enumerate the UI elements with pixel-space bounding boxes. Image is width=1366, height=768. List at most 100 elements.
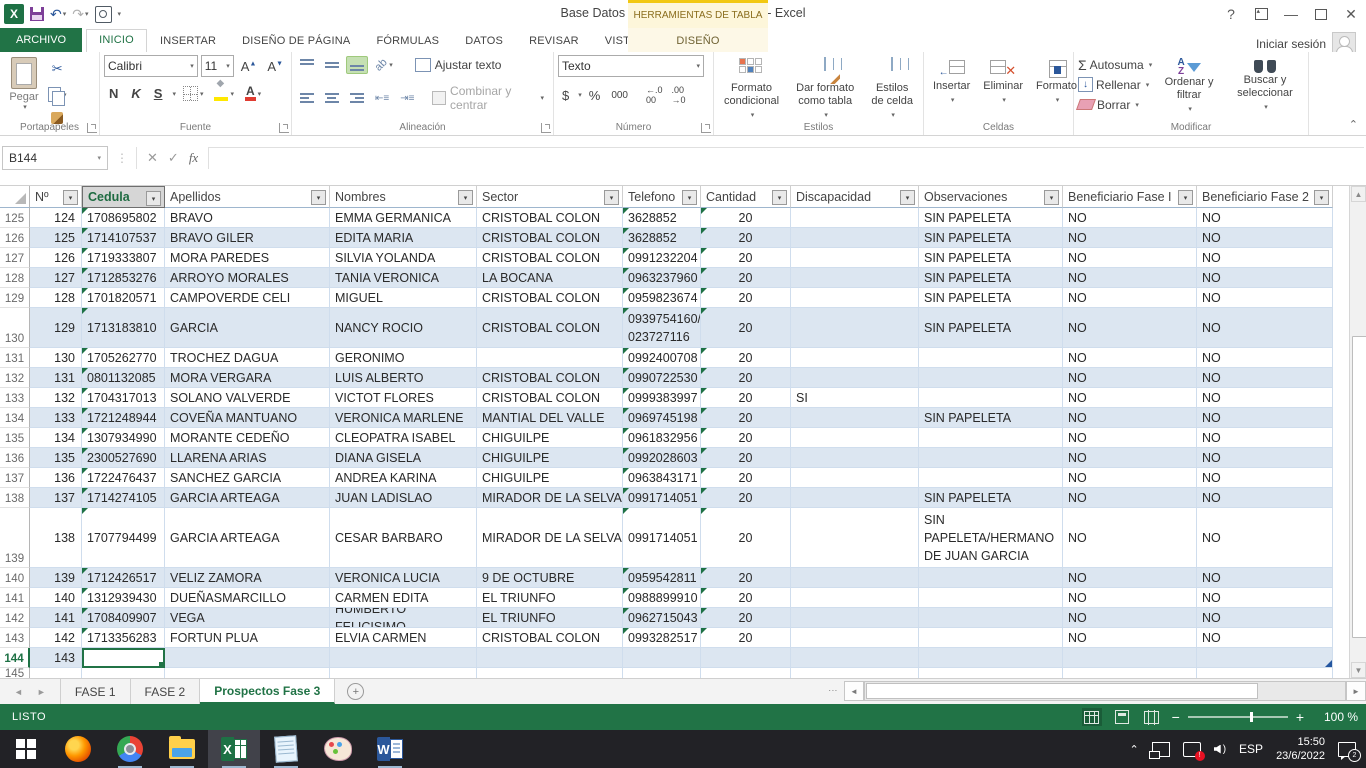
percent-button[interactable]: %	[585, 85, 605, 106]
notification-center-icon[interactable]: 2	[1338, 742, 1356, 757]
taskbar-app-paint[interactable]	[312, 730, 364, 768]
cell[interactable]: BRAVO	[165, 208, 330, 228]
number-format-combo[interactable]: Texto▾	[558, 55, 704, 77]
cell[interactable]: NO	[1063, 428, 1197, 448]
row-header-136[interactable]: 136	[0, 448, 30, 468]
cell[interactable]: 125	[30, 228, 82, 248]
cell[interactable]: 1707794499	[82, 508, 165, 568]
cell[interactable]: CRISTOBAL COLON	[477, 628, 623, 648]
cell[interactable]: ARROYO MORALES	[165, 268, 330, 288]
cell[interactable]: LA BOCANA	[477, 268, 623, 288]
cell[interactable]: GERONIMO	[330, 348, 477, 368]
tab-diseno[interactable]: DISEÑO	[663, 30, 732, 52]
align-top-button[interactable]	[296, 56, 318, 74]
cell[interactable]: 0993282517	[623, 628, 701, 648]
cell[interactable]	[919, 628, 1063, 648]
cell[interactable]: 138	[30, 508, 82, 568]
cell[interactable]: 0988899910	[623, 588, 701, 608]
cell[interactable]: 1704317013	[82, 388, 165, 408]
cell[interactable]: NO	[1197, 268, 1333, 288]
cell[interactable]: TROCHEZ DAGUA	[165, 348, 330, 368]
align-bottom-button[interactable]	[346, 56, 368, 74]
align-center-button[interactable]	[321, 89, 343, 107]
conditional-formatting-button[interactable]: Formato condicional▾	[718, 55, 785, 125]
cell[interactable]: 1307934990	[82, 428, 165, 448]
cell[interactable]: NO	[1063, 368, 1197, 388]
column-header-observaciones[interactable]: Observaciones▾	[919, 186, 1063, 208]
cell[interactable]: 0962715043	[623, 608, 701, 628]
sheet-tab-fase-1[interactable]: FASE 1	[60, 679, 131, 704]
cell[interactable]: NO	[1197, 388, 1333, 408]
cell[interactable]: 0969745198	[623, 408, 701, 428]
row-header-141[interactable]: 141	[0, 588, 30, 608]
cell[interactable]: 0963843171	[623, 468, 701, 488]
cell[interactable]: 0961832956	[623, 428, 701, 448]
cell[interactable]	[791, 288, 919, 308]
cell[interactable]: 132	[30, 388, 82, 408]
cell[interactable]: GARCIA ARTEAGA	[165, 488, 330, 508]
cell[interactable]: CESAR BARBARO	[330, 508, 477, 568]
row-header-127[interactable]: 127	[0, 248, 30, 268]
cell[interactable]: NO	[1063, 288, 1197, 308]
insert-cells-button[interactable]: ← Insertar▾	[928, 55, 975, 110]
cell[interactable]: NO	[1063, 588, 1197, 608]
cell[interactable]: VERONICA LUCIA	[330, 568, 477, 588]
cell[interactable]: 0991714051	[623, 508, 701, 568]
page-layout-view-button[interactable]	[1112, 708, 1132, 726]
scroll-left-icon[interactable]: ◄	[844, 681, 864, 701]
cell[interactable]: GARCIA	[165, 308, 330, 348]
cell[interactable]: DUEÑASMARCILLO	[165, 588, 330, 608]
cell[interactable]: 140	[30, 588, 82, 608]
cell[interactable]: 0959542811	[623, 568, 701, 588]
align-left-button[interactable]	[296, 89, 318, 107]
font-dialog-launcher-icon[interactable]	[279, 123, 289, 133]
cell[interactable]: 0992400708	[623, 348, 701, 368]
cell[interactable]: CHIGUILPE	[477, 428, 623, 448]
bold-button[interactable]: N	[104, 84, 123, 103]
clear-button[interactable]: Borrar▾	[1078, 95, 1152, 114]
cell[interactable]: CLEOPATRA ISABEL	[330, 428, 477, 448]
cell[interactable]: 1708695802	[82, 208, 165, 228]
cell[interactable]: SIN PAPELETA	[919, 488, 1063, 508]
shrink-font-button[interactable]: A▼	[263, 56, 287, 77]
cell[interactable]	[791, 628, 919, 648]
cell[interactable]: JUAN LADISLAO	[330, 488, 477, 508]
cell[interactable]: 20	[701, 288, 791, 308]
close-button[interactable]: ✕	[1336, 1, 1366, 27]
alignment-dialog-launcher-icon[interactable]	[541, 123, 551, 133]
cell[interactable]: NO	[1197, 208, 1333, 228]
cell[interactable]: NO	[1197, 588, 1333, 608]
cell[interactable]: DIANA GISELA	[330, 448, 477, 468]
row-header-133[interactable]: 133	[0, 388, 30, 408]
cell[interactable]: EL TRIUNFO	[477, 608, 623, 628]
tab-diseño-de-página[interactable]: DISEÑO DE PÁGINA	[229, 30, 363, 52]
font-size-combo[interactable]: 11▾	[201, 55, 234, 77]
cancel-entry-icon[interactable]: ✕	[147, 150, 158, 166]
cell[interactable]	[791, 568, 919, 588]
cell[interactable]: NO	[1197, 308, 1333, 348]
filter-dropdown-icon[interactable]: ▾	[458, 190, 473, 205]
currency-button[interactable]: $	[558, 85, 573, 106]
collapse-ribbon-icon[interactable]: ⌃	[1349, 118, 1358, 131]
cell[interactable]: 139	[30, 568, 82, 588]
cell[interactable]	[330, 648, 477, 668]
cell[interactable]: 137	[30, 488, 82, 508]
cell[interactable]: NO	[1063, 408, 1197, 428]
cell[interactable]: 1312939430	[82, 588, 165, 608]
row-header-128[interactable]: 128	[0, 268, 30, 288]
horizontal-scroll-thumb[interactable]	[866, 683, 1258, 699]
cell[interactable]: NO	[1063, 308, 1197, 348]
cell[interactable]: 1714107537	[82, 228, 165, 248]
format-as-table-button[interactable]: Dar formato como tabla▾	[788, 55, 862, 125]
cell[interactable]: NO	[1063, 468, 1197, 488]
cell[interactable]	[791, 448, 919, 468]
cell[interactable]: 1712426517	[82, 568, 165, 588]
cell[interactable]	[919, 348, 1063, 368]
cell[interactable]: SIN PAPELETA	[919, 308, 1063, 348]
zoom-in-icon[interactable]: +	[1296, 712, 1304, 722]
cell[interactable]	[165, 648, 330, 668]
cell[interactable]	[919, 668, 1063, 678]
action-alert-icon[interactable]: !	[1183, 742, 1201, 757]
tab-inicio[interactable]: INICIO	[86, 29, 147, 52]
cell[interactable]: SIN PAPELETA	[919, 288, 1063, 308]
